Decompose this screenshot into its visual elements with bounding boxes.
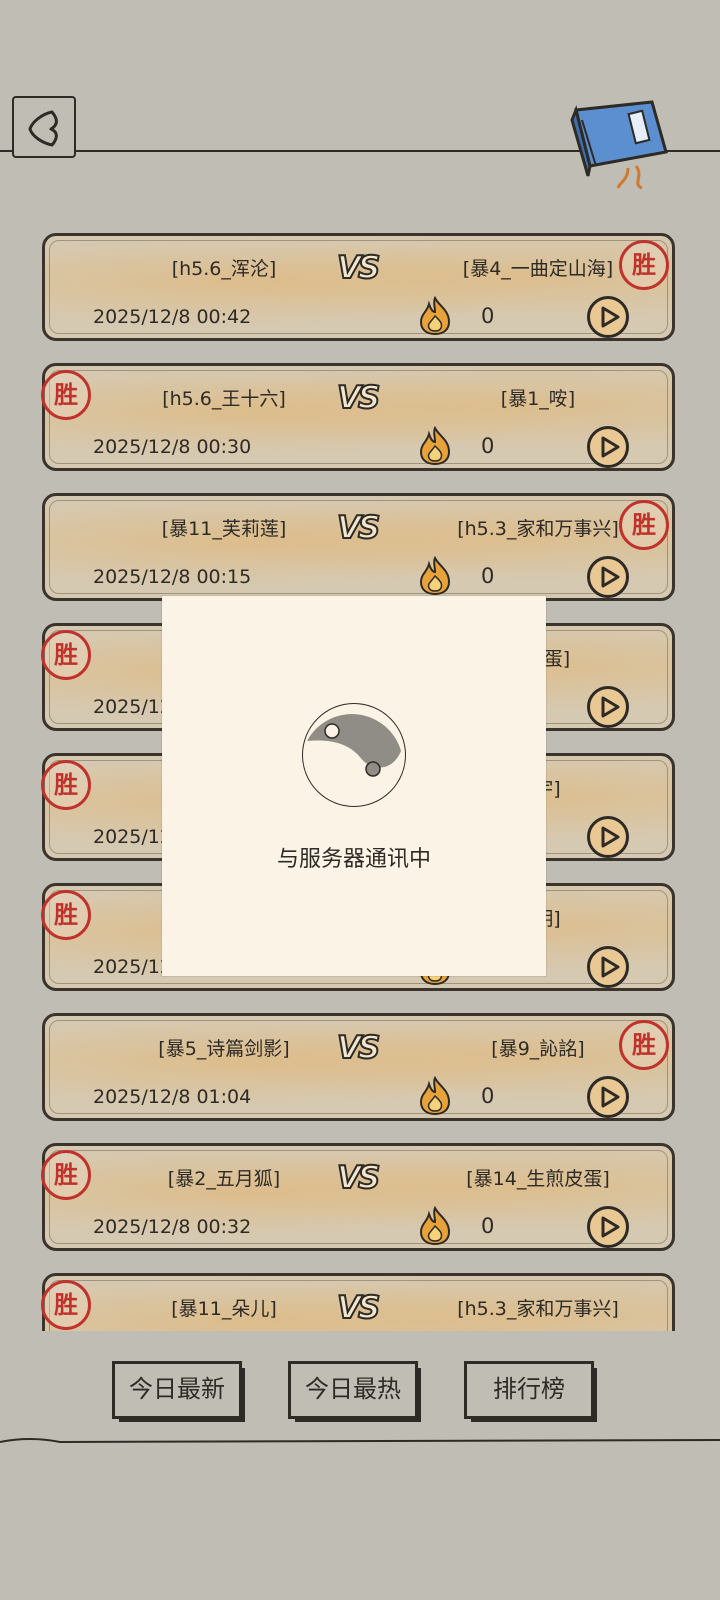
tab-ranking[interactable]: 排行榜: [464, 1361, 597, 1422]
replay-play-button[interactable]: [587, 686, 629, 728]
vs-label: VS: [336, 1029, 381, 1067]
play-icon: [601, 956, 620, 978]
win-stamp: 胜: [41, 630, 91, 680]
vs-label: VS: [336, 249, 381, 287]
match-time: 2025/12: [93, 956, 172, 978]
vs-label: VS: [336, 1159, 381, 1197]
fire-icon: [419, 556, 451, 596]
match-time: 2025/12: [93, 826, 172, 848]
play-icon: [601, 826, 620, 848]
replay-play-button[interactable]: [587, 1206, 629, 1248]
replay-play-button[interactable]: [587, 1076, 629, 1118]
fire-icon: [419, 1076, 451, 1116]
match-time: 2025/12/8 00:15: [93, 566, 252, 588]
loading-dialog: 与服务器通讯中: [162, 596, 546, 976]
loading-message: 与服务器通讯中: [276, 847, 431, 872]
play-icon: [601, 566, 620, 588]
heat-count: 0: [481, 1084, 495, 1108]
match-time: 2025/12/8 01:04: [93, 1086, 252, 1108]
win-stamp: 胜: [41, 1150, 91, 1200]
match-card[interactable]: [h5.6_王十六] VS [暴1_咹] 2025/12/8 00:30 0 胜: [41, 363, 675, 471]
left-player-name: [h5.6_浑沦]: [171, 258, 277, 280]
play-icon: [601, 436, 620, 458]
vs-label: VS: [336, 379, 381, 417]
left-player-name: [暴5_诗篇剑影]: [158, 1038, 290, 1060]
heat-count: 0: [481, 1214, 495, 1238]
match-time: 2025/12: [93, 696, 172, 718]
footer-divider: [0, 1438, 720, 1444]
tab-today-hot[interactable]: 今日最热: [288, 1361, 421, 1422]
match-time: 2025/12/8 00:32: [93, 1216, 252, 1238]
back-arrow-icon: [28, 110, 58, 147]
match-card[interactable]: [h5.6_浑沦] VS [暴4_一曲定山海] 2025/12/8 00:42 0 胜: [42, 233, 675, 341]
fire-icon: [419, 1206, 451, 1246]
match-time: 2025/12/8 00:42: [93, 306, 252, 328]
win-stamp: 胜: [41, 890, 91, 940]
match-card[interactable]: [暴5_诗篇剑影] VS [暴9_訫詺] 2025/12/8 01:04 0 胜: [42, 1013, 675, 1121]
tab-today-new[interactable]: 今日最新: [112, 1361, 245, 1422]
replay-play-button[interactable]: [587, 946, 629, 988]
win-stamp: 胜: [41, 760, 91, 810]
left-player-name: [暴11_朵儿]: [171, 1298, 277, 1320]
right-player-name: [暴14_生煎皮蛋]: [466, 1168, 610, 1190]
match-time: 2025/12/8 00:30: [93, 436, 252, 458]
left-player-name: [暴2_五月狐]: [167, 1168, 281, 1190]
left-player-name: [h5.6_王十六]: [162, 388, 286, 410]
heat-count: 0: [481, 434, 495, 458]
play-icon: [601, 306, 620, 328]
match-card[interactable]: [暴2_五月狐] VS [暴14_生煎皮蛋] 2025/12/8 00:32 0 胜: [41, 1143, 675, 1251]
win-stamp: 胜: [41, 370, 91, 420]
match-card[interactable]: [暴11_芙莉莲] VS [h5.3_家和万事兴] 2025/12/8 00:15 0 胜: [42, 493, 675, 601]
play-icon: [601, 1086, 620, 1108]
win-stamp: 胜: [619, 1020, 669, 1070]
yin-yang-icon: [302, 703, 406, 807]
win-stamp: 胜: [619, 240, 669, 290]
book-scroll-icon[interactable]: [566, 100, 682, 190]
win-stamp: 胜: [619, 500, 669, 550]
right-player-name: [h5.3_家和万事兴]: [457, 1298, 619, 1320]
vs-label: VS: [336, 1289, 381, 1327]
heat-count: 0: [481, 564, 495, 588]
heat-count: 0: [481, 304, 495, 328]
back-button[interactable]: [12, 96, 76, 158]
vs-label: VS: [336, 509, 381, 547]
right-player-name: [暴1_咹]: [500, 388, 576, 410]
replay-play-button[interactable]: [587, 816, 629, 858]
left-player-name: [暴11_芙莉莲]: [161, 518, 287, 540]
replay-play-button[interactable]: [587, 296, 629, 338]
play-icon: [601, 1216, 620, 1238]
fire-icon: [419, 296, 451, 336]
win-stamp: 胜: [41, 1280, 91, 1330]
match-card[interactable]: [暴11_朵儿] VS [h5.3_家和万事兴] 胜: [41, 1273, 675, 1331]
replay-play-button[interactable]: [587, 426, 629, 468]
replay-play-button[interactable]: [587, 556, 629, 598]
play-icon: [601, 696, 620, 718]
fire-icon: [419, 426, 451, 466]
